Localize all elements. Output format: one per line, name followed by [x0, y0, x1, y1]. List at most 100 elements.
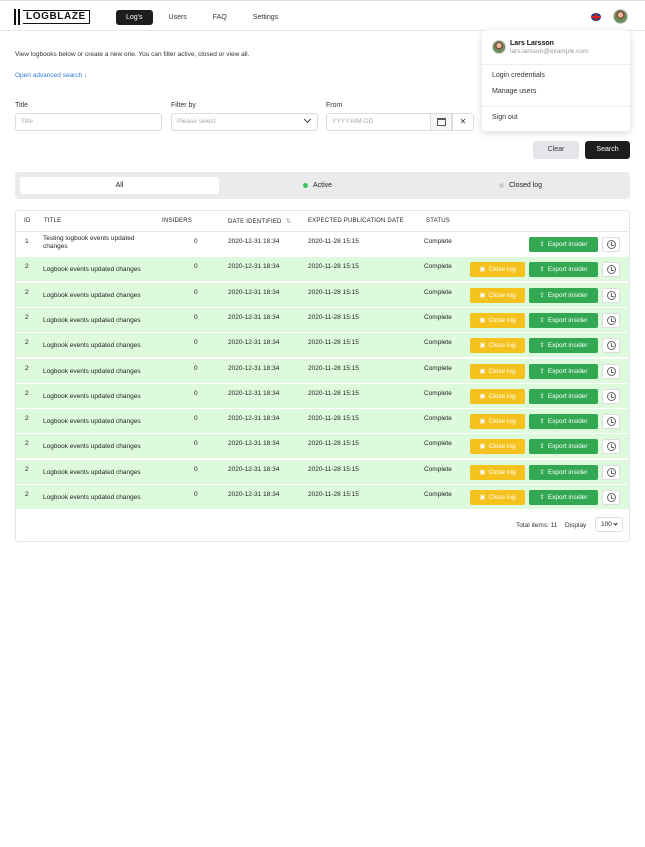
close-log-button[interactable]: ▣ Close log — [470, 414, 525, 430]
close-log-button[interactable]: ▣ Close log — [470, 363, 525, 379]
table-row[interactable]: 2 Logbook events updated changes 0 2020-12-… — [16, 433, 629, 459]
export-insider-button[interactable]: ⇪ Export insider — [529, 338, 598, 354]
close-log-label: Close log — [488, 367, 516, 375]
status-segmented-control: All Active Closed log — [15, 172, 630, 199]
table-row[interactable]: 2 Logbook events updated changes 0 2020-12-… — [16, 484, 629, 509]
export-insider-button[interactable]: ⇪ Export insider — [529, 388, 598, 404]
history-button[interactable] — [602, 388, 620, 404]
row-publication-date: 2020-11-28 15:15 — [308, 313, 359, 321]
main-nav: Log's Users FAQ Settings — [116, 10, 294, 25]
table-row[interactable]: 2 Logbook events updated changes 0 2020-12-… — [16, 281, 629, 307]
advanced-search-link[interactable]: Open advanced search ↓ — [15, 72, 87, 79]
export-insider-button[interactable]: ⇪ Export insider — [529, 439, 598, 455]
export-insider-label: Export insider — [547, 342, 588, 350]
top-bar: LOGBLAZE Log's Users FAQ Settings — [0, 0, 645, 31]
lock-icon: ▣ — [479, 342, 486, 350]
nav-logs[interactable]: Log's — [116, 10, 153, 25]
uk-flag-icon[interactable] — [591, 13, 601, 21]
clear-date-button[interactable]: ✕ — [452, 113, 474, 131]
row-id: 2 — [25, 339, 29, 347]
row-id: 2 — [25, 263, 29, 271]
export-insider-label: Export insider — [547, 316, 588, 324]
close-log-button[interactable]: ▣ Close log — [470, 388, 525, 404]
table-row[interactable]: 2 Logbook events updated changes 0 2020-12-… — [16, 408, 629, 434]
history-button[interactable] — [602, 312, 620, 328]
search-button[interactable]: Search — [585, 141, 630, 159]
from-date-input[interactable]: YYYY-MM-DD — [326, 113, 431, 131]
segment-active[interactable]: Active — [303, 177, 332, 194]
nav-settings[interactable]: Settings — [243, 10, 288, 25]
close-log-button[interactable]: ▣ Close log — [470, 312, 525, 328]
history-button[interactable] — [602, 464, 620, 480]
nav-faq[interactable]: FAQ — [203, 10, 237, 25]
export-insider-button[interactable]: ⇪ Export insider — [529, 414, 598, 430]
history-button[interactable] — [602, 262, 620, 278]
export-insider-button[interactable]: ⇪ Export insider — [529, 464, 598, 480]
nav-users[interactable]: Users — [159, 10, 197, 25]
segment-all[interactable]: All — [20, 177, 219, 194]
clear-button[interactable]: Clear — [533, 141, 579, 159]
close-log-button[interactable]: ▣ Close log — [470, 464, 525, 480]
table-row[interactable]: 2 Logbook events updated changes 0 2020-12-… — [16, 382, 629, 408]
upload-icon: ⇪ — [539, 418, 545, 426]
sort-icon[interactable]: ⇅ — [286, 218, 291, 225]
logo[interactable]: LOGBLAZE — [14, 9, 90, 25]
close-log-button[interactable]: ▣ Close log — [470, 490, 525, 505]
table-row[interactable]: 1 Testing logbook events updated changes 0… — [16, 231, 629, 256]
menu-item-login-credentials[interactable]: Login credentials — [492, 72, 545, 79]
page-size-select[interactable]: 100 — [595, 517, 623, 532]
upload-icon: ⇪ — [539, 494, 545, 501]
table-row[interactable]: 2 Logbook events updated changes 0 2020-12-… — [16, 357, 629, 383]
table-row[interactable]: 2 Logbook events updated changes 0 2020-12-… — [16, 256, 629, 282]
row-date-identified: 2020-12-31 18:34 — [228, 491, 280, 498]
history-button[interactable] — [602, 287, 620, 303]
export-insider-label: Export insider — [547, 291, 588, 299]
export-insider-label: Export insider — [547, 494, 588, 501]
display-label: Display — [565, 522, 587, 529]
history-button[interactable] — [602, 338, 620, 354]
row-status: Complete — [424, 263, 452, 271]
row-date-identified: 2020-12-31 18:34 — [228, 364, 280, 372]
table-row[interactable]: 2 Logbook events updated changes 0 2020-12-… — [16, 306, 629, 332]
row-insiders: 0 — [194, 465, 198, 473]
segment-closed[interactable]: Closed log — [499, 177, 542, 194]
close-log-button[interactable]: ▣ Close log — [470, 262, 525, 278]
row-id: 2 — [25, 288, 29, 296]
table-row[interactable]: 2 Logbook events updated changes 0 2020-12-… — [16, 458, 629, 484]
divider — [482, 64, 630, 65]
row-id: 2 — [25, 491, 29, 498]
close-log-button[interactable]: ▣ Close log — [470, 439, 525, 455]
close-log-button[interactable]: ▣ Close log — [470, 287, 525, 303]
export-insider-button[interactable]: ⇪ Export insider — [529, 312, 598, 328]
history-button[interactable] — [602, 363, 620, 379]
menu-item-sign-out[interactable]: Sign out — [492, 114, 518, 121]
menu-item-manage-users[interactable]: Manage users — [492, 88, 536, 95]
close-log-label: Close log — [488, 266, 516, 274]
table-row[interactable]: 2 Logbook events updated changes 0 2020-12-… — [16, 332, 629, 358]
row-publication-date: 2020-11-28 15:15 — [308, 465, 359, 473]
lock-icon: ▣ — [479, 468, 486, 476]
row-date-identified: 2020-12-31 18:34 — [228, 339, 280, 347]
history-button[interactable] — [602, 439, 620, 455]
col-date-identified[interactable]: DATE IDENTIFIED ⇅ — [228, 218, 291, 225]
filter-by-label: Filter by — [171, 102, 196, 109]
export-insider-button[interactable]: ⇪ Export insider — [529, 287, 598, 303]
filter-by-select[interactable]: Please select — [171, 113, 318, 131]
row-publication-date: 2020-11-28 15:15 — [308, 364, 359, 372]
calendar-button[interactable] — [430, 113, 452, 131]
history-button[interactable] — [602, 490, 620, 505]
export-insider-button[interactable]: ⇪ Export insider — [529, 237, 598, 252]
row-publication-date: 2020-11-28 15:15 — [308, 415, 359, 423]
export-insider-button[interactable]: ⇪ Export insider — [529, 490, 598, 505]
export-insider-button[interactable]: ⇪ Export insider — [529, 262, 598, 278]
history-button[interactable] — [602, 414, 620, 430]
logo-mark-icon — [14, 9, 22, 25]
close-log-button[interactable]: ▣ Close log — [470, 338, 525, 354]
user-avatar[interactable] — [613, 9, 628, 24]
upload-icon: ⇪ — [539, 342, 545, 350]
lock-icon: ▣ — [479, 392, 486, 400]
history-button[interactable] — [602, 237, 620, 252]
title-input[interactable]: Title — [15, 113, 162, 131]
export-insider-button[interactable]: ⇪ Export insider — [529, 363, 598, 379]
row-insiders: 0 — [194, 288, 198, 296]
